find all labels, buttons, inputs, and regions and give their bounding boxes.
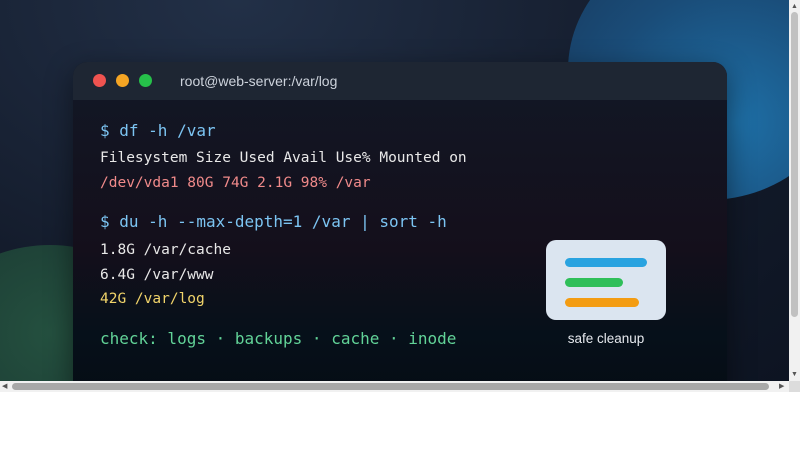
du-line-cache: 1.8G /var/cache: [100, 242, 231, 258]
scrollbar-corner: [789, 381, 800, 392]
cleanup-card-icon: [546, 240, 666, 320]
card-bar-green: [565, 278, 623, 287]
scroll-left-arrow-icon[interactable]: ◀: [2, 383, 7, 390]
card-bar-blue: [565, 258, 647, 267]
horizontal-scrollbar[interactable]: ◀ ▶: [0, 381, 789, 392]
card-bar-orange: [565, 298, 639, 307]
scroll-down-arrow-icon[interactable]: ▼: [791, 371, 798, 378]
close-dot-icon[interactable]: [93, 74, 106, 87]
du-line-www: 6.4G /var/www: [100, 267, 214, 283]
terminal-titlebar: root@web-server:/var/log: [73, 62, 727, 100]
command-du: $ du -h --max-depth=1 /var | sort -h: [100, 212, 447, 231]
df-header: Filesystem Size Used Avail Use% Mounted …: [100, 150, 467, 166]
page-viewport: root@web-server:/var/log $ df -h /var Fi…: [0, 0, 789, 381]
vertical-scrollbar[interactable]: ▲ ▼: [789, 0, 800, 381]
terminal-window: root@web-server:/var/log $ df -h /var Fi…: [73, 62, 727, 381]
horizontal-scroll-thumb[interactable]: [12, 383, 769, 390]
command-df: $ df -h /var: [100, 121, 216, 140]
vertical-scroll-thumb[interactable]: [791, 12, 798, 317]
scroll-right-arrow-icon[interactable]: ▶: [779, 383, 784, 390]
card-label: safe cleanup: [567, 331, 645, 346]
du-line-log: 42G /var/log: [100, 291, 205, 307]
minimize-dot-icon[interactable]: [116, 74, 129, 87]
maximize-dot-icon[interactable]: [139, 74, 152, 87]
check-list: check: logs · backups · cache · inode: [100, 329, 457, 348]
window-title: root@web-server:/var/log: [180, 73, 338, 89]
scroll-up-arrow-icon[interactable]: ▲: [791, 3, 798, 10]
df-row-warning: /dev/vda1 80G 74G 2.1G 98% /var: [100, 175, 371, 191]
